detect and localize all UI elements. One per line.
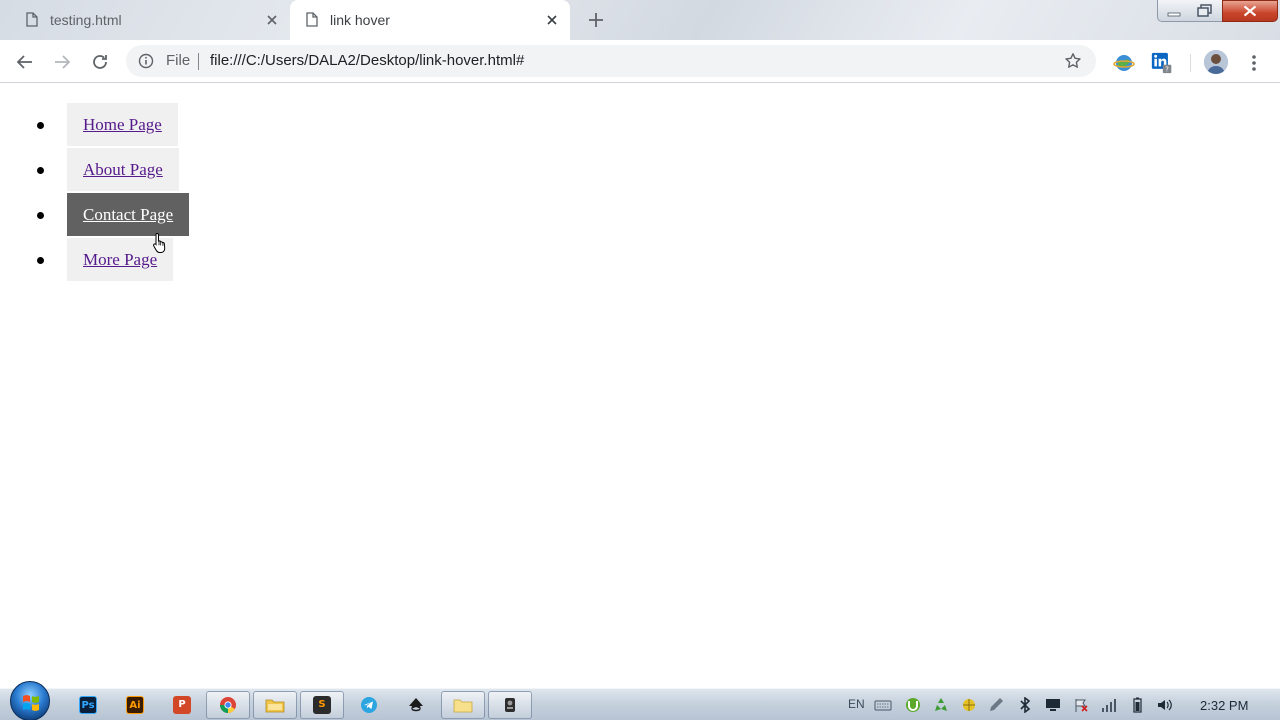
reload-icon[interactable] xyxy=(87,49,113,75)
monitor-icon[interactable] xyxy=(1044,697,1062,713)
window-close-icon[interactable] xyxy=(1222,0,1278,22)
kebab-menu-icon[interactable] xyxy=(1246,52,1262,74)
toolbar-divider xyxy=(1190,54,1191,72)
battery-icon[interactable] xyxy=(1128,697,1146,713)
close-icon[interactable] xyxy=(544,12,560,28)
taskbar-inkscape[interactable] xyxy=(394,691,438,719)
web-page: Home Page About Page Contact Page More P… xyxy=(0,84,1280,688)
contact-page-link[interactable]: Contact Page xyxy=(67,193,190,236)
system-clock[interactable]: 2:32 PM xyxy=(1200,698,1248,713)
taskbar-folder[interactable] xyxy=(441,691,485,719)
restore-icon[interactable] xyxy=(1190,0,1220,22)
signal-strength-icon[interactable] xyxy=(1100,697,1118,713)
windows-taskbar: Ps Ai P S EN 2:32 PM xyxy=(0,681,1280,720)
earth-extension-icon[interactable] xyxy=(1113,52,1135,74)
new-tab-icon[interactable] xyxy=(584,8,608,32)
info-icon[interactable] xyxy=(138,53,154,69)
list-bullet xyxy=(37,212,44,219)
media-app-icon xyxy=(505,698,515,712)
taskbar-photoshop[interactable]: Ps xyxy=(66,691,110,719)
document-icon xyxy=(26,12,38,27)
address-divider xyxy=(198,53,199,70)
about-page-link[interactable]: About Page xyxy=(67,148,179,191)
powerpoint-icon: P xyxy=(173,696,191,714)
illustrator-icon: Ai xyxy=(126,696,144,714)
tab-link-hover[interactable]: link hover xyxy=(290,0,570,40)
profile-avatar[interactable] xyxy=(1204,50,1228,74)
start-button[interactable] xyxy=(10,681,50,720)
home-page-link[interactable]: Home Page xyxy=(67,103,178,146)
keyboard-icon[interactable] xyxy=(874,697,892,713)
folder-icon xyxy=(453,699,473,713)
svg-text:?: ? xyxy=(1165,65,1169,73)
back-arrow-icon[interactable] xyxy=(12,49,38,75)
forward-arrow-icon[interactable] xyxy=(49,49,75,75)
url-text[interactable]: file:///C:/Users/DALA2/Desktop/link-hove… xyxy=(210,52,524,69)
file-explorer-icon xyxy=(265,699,285,713)
minimize-icon[interactable] xyxy=(1158,0,1190,22)
taskbar-illustrator[interactable]: Ai xyxy=(113,691,157,719)
close-icon[interactable] xyxy=(264,12,280,28)
person-icon xyxy=(1204,50,1228,74)
inkscape-icon xyxy=(409,698,423,712)
address-bar[interactable]: File file:///C:/Users/DALA2/Desktop/link… xyxy=(126,45,1096,77)
utorrent-icon[interactable] xyxy=(904,697,922,713)
more-page-link[interactable]: More Page xyxy=(67,238,174,281)
taskbar-telegram[interactable] xyxy=(347,691,391,719)
bookmark-star-icon[interactable] xyxy=(1064,52,1082,70)
taskbar-media-app[interactable] xyxy=(488,691,532,719)
tab-testing[interactable]: testing.html xyxy=(10,0,290,40)
volume-icon[interactable] xyxy=(1156,697,1174,713)
tab-title: testing.html xyxy=(50,12,122,28)
list-bullet xyxy=(37,257,44,264)
list-bullet xyxy=(37,167,44,174)
taskbar-sublime-text[interactable]: S xyxy=(300,691,344,719)
tab-title: link hover xyxy=(330,12,390,28)
tab-strip: testing.html link hover xyxy=(0,0,1280,40)
document-icon xyxy=(306,12,318,27)
scheme-label: File xyxy=(166,52,191,69)
browser-toolbar: File file:///C:/Users/DALA2/Desktop/link… xyxy=(0,40,1280,83)
list-bullet xyxy=(37,122,44,129)
linkedin-extension-icon[interactable]: ? xyxy=(1151,52,1173,74)
telegram-icon xyxy=(361,697,377,713)
action-center-flag-icon[interactable] xyxy=(1072,697,1090,713)
taskbar-powerpoint[interactable]: P xyxy=(160,691,204,719)
chrome-icon xyxy=(220,697,236,713)
taskbar-file-explorer[interactable] xyxy=(253,691,297,719)
language-indicator[interactable]: EN xyxy=(848,697,865,711)
bluetooth-icon[interactable] xyxy=(1016,697,1034,713)
sublime-text-icon: S xyxy=(313,696,331,714)
windows-logo-icon xyxy=(23,695,39,711)
pen-tool-icon[interactable] xyxy=(988,697,1006,713)
network-status-icon[interactable] xyxy=(960,697,978,713)
photoshop-icon: Ps xyxy=(79,696,97,714)
recycle-icon[interactable] xyxy=(932,697,950,713)
taskbar-chrome[interactable] xyxy=(206,691,250,719)
